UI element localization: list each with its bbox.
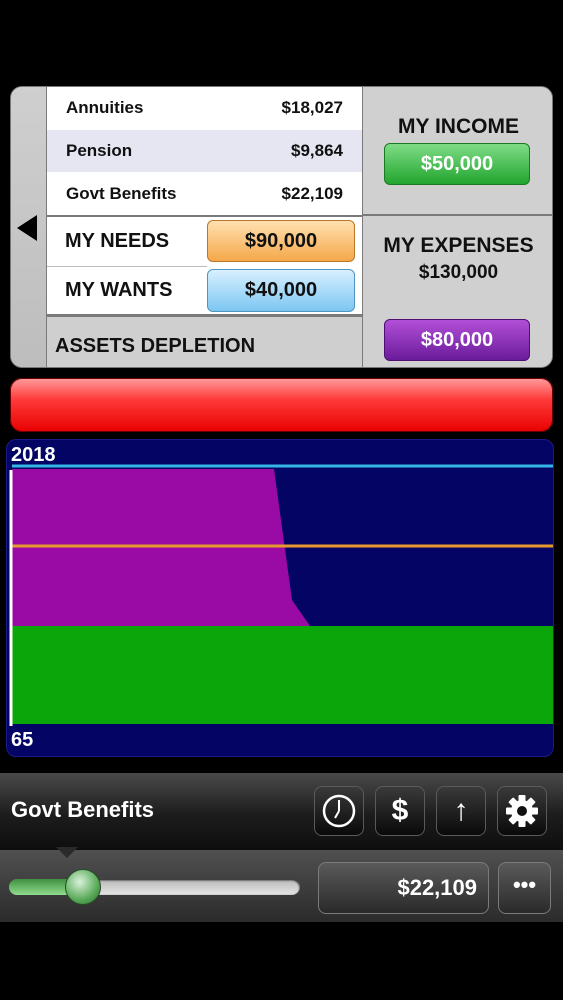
income-label: Govt Benefits	[66, 184, 177, 203]
value-slider-thumb[interactable]	[65, 869, 102, 905]
gear-icon	[506, 795, 538, 827]
chart-age-label: 65	[11, 729, 34, 751]
my-wants-label: MY WANTS	[65, 279, 173, 301]
more-options-button[interactable]: •••	[498, 862, 551, 914]
assets-depletion-button[interactable]: $80,000	[384, 319, 530, 361]
my-income-button[interactable]: $50,000	[384, 143, 530, 185]
assets-depletion-label: ASSETS DEPLETION	[55, 335, 256, 357]
summary-panel: Annuities $18,027 Pension $9,864 Govt Be…	[10, 86, 553, 368]
my-income-label: MY INCOME	[398, 115, 519, 138]
income-label: Annuities	[66, 98, 144, 117]
callout-notch	[56, 847, 78, 858]
share-button[interactable]: ↑	[436, 786, 486, 836]
income-area	[12, 626, 553, 724]
divider	[47, 266, 207, 267]
back-arrow-icon[interactable]	[17, 215, 37, 241]
income-sources-table: Annuities $18,027 Pension $9,864 Govt Be…	[47, 87, 362, 215]
divider	[363, 214, 552, 216]
projection-chart[interactable]: 2018 65	[6, 439, 554, 757]
my-expenses-label: MY EXPENSES	[383, 234, 534, 257]
clock-button[interactable]	[314, 786, 364, 836]
my-needs-label: MY NEEDS	[65, 230, 170, 252]
clock-icon	[322, 794, 356, 828]
dollar-icon: $	[391, 794, 409, 827]
settings-button[interactable]	[497, 786, 547, 836]
income-row-pension[interactable]: Pension $9,864	[47, 130, 362, 172]
income-value: $22,109	[281, 184, 343, 203]
dollar-button[interactable]: $	[375, 786, 425, 836]
value-field[interactable]: $22,109	[318, 862, 489, 914]
income-value: $9,864	[291, 141, 343, 160]
income-row-govt-benefits[interactable]: Govt Benefits $22,109	[47, 173, 362, 215]
arrow-up-icon: ↑	[453, 794, 469, 827]
toolbar-title: Govt Benefits	[11, 797, 155, 822]
my-wants-button[interactable]: $40,000	[207, 269, 355, 312]
income-label: Pension	[66, 141, 133, 160]
my-needs-button[interactable]: $90,000	[207, 220, 355, 262]
income-value: $18,027	[281, 98, 343, 117]
income-row-annuities[interactable]: Annuities $18,027	[47, 87, 362, 129]
divider	[46, 87, 47, 367]
chart-year-label: 2018	[11, 444, 56, 466]
my-expenses-value: $130,000	[418, 262, 499, 283]
chart-canvas	[9, 464, 553, 726]
shortfall-indicator-bar	[10, 378, 553, 432]
